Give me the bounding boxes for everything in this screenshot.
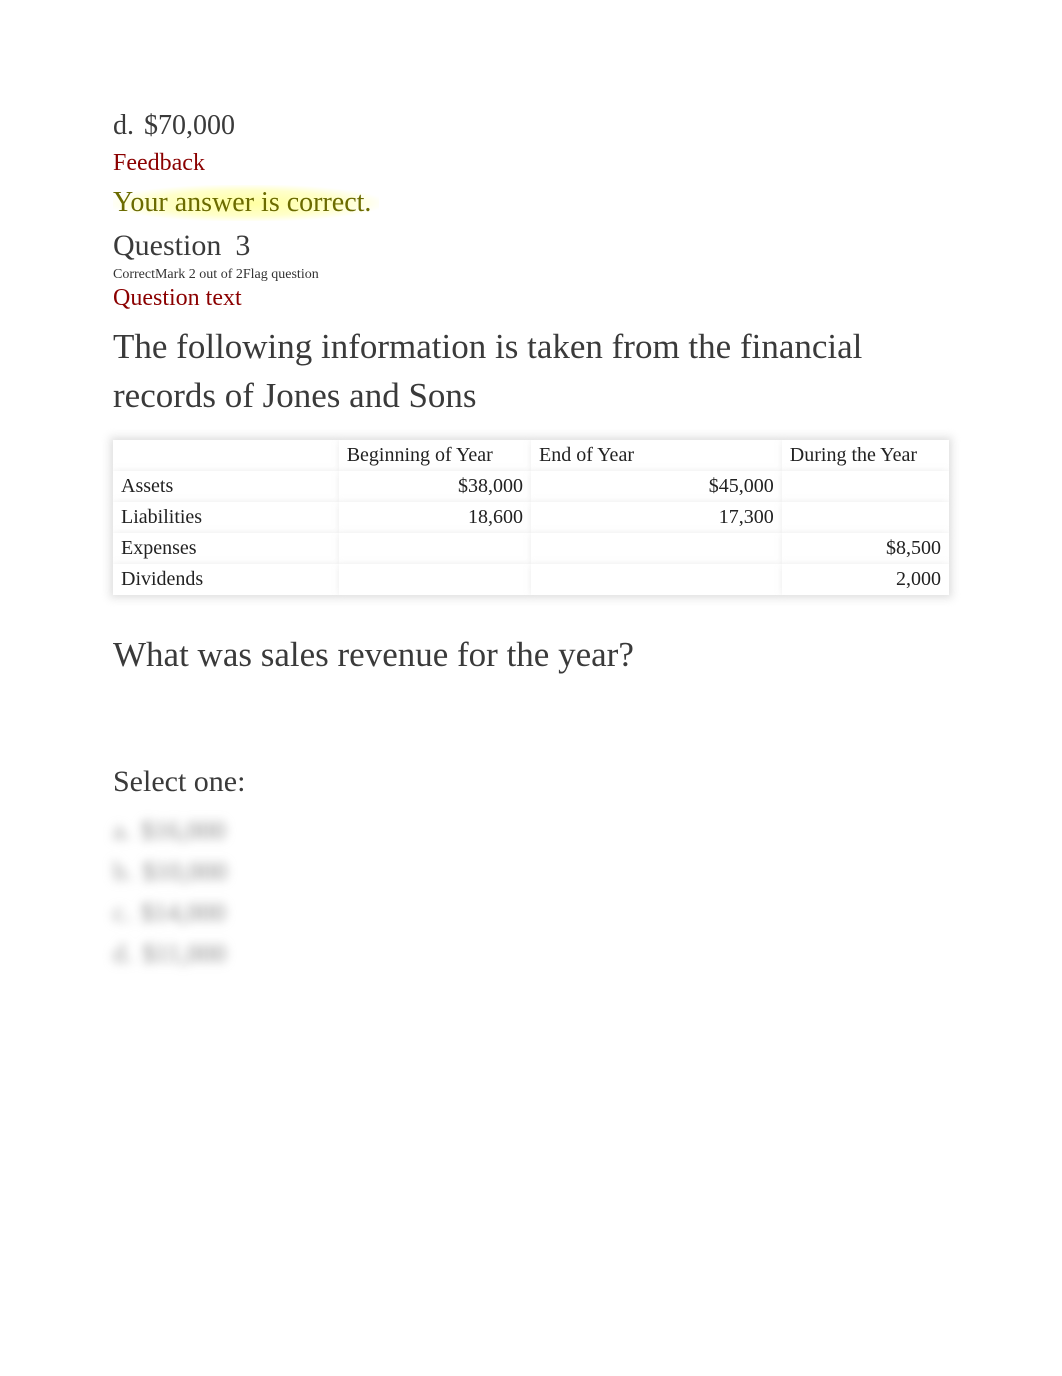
- option-letter: a.: [113, 816, 131, 845]
- question-text-label: Question text: [113, 285, 949, 312]
- option-value: $70,000: [144, 110, 235, 141]
- question-header: Question 3: [113, 229, 949, 263]
- row-label: Assets: [113, 471, 339, 502]
- table-row: Assets $38,000 $45,000: [113, 471, 949, 502]
- previous-option-d: d. $70,000: [113, 110, 949, 142]
- feedback-label: Feedback: [113, 150, 949, 177]
- table-row: Liabilities 18,600 17,300: [113, 502, 949, 533]
- row-label: Liabilities: [113, 502, 339, 533]
- meta-flag-link[interactable]: Flag question: [243, 267, 319, 282]
- option-b[interactable]: b. $10,000: [113, 852, 949, 891]
- option-value: $14,000: [141, 898, 226, 927]
- cell: 2,000: [782, 564, 949, 595]
- row-label: Expenses: [113, 533, 339, 564]
- blurred-answer-options: a. $16,000 b. $10,000 c. $14,000 d. $11,000: [113, 811, 949, 973]
- cell: [782, 471, 949, 502]
- cell: [531, 533, 782, 564]
- col-during: During the Year: [782, 440, 949, 471]
- option-c[interactable]: c. $14,000: [113, 893, 949, 932]
- question-meta: CorrectMark 2 out of 2Flag question: [113, 267, 949, 283]
- sub-question: What was sales revenue for the year?: [113, 635, 949, 675]
- option-a[interactable]: a. $16,000: [113, 811, 949, 850]
- question-body: The following information is taken from …: [113, 322, 949, 420]
- meta-mark: Mark 2 out of 2: [155, 267, 243, 282]
- cell: 17,300: [531, 502, 782, 533]
- cell: [339, 564, 531, 595]
- cell: [782, 502, 949, 533]
- cell: $8,500: [782, 533, 949, 564]
- option-letter: d.: [113, 110, 134, 141]
- cell: [339, 533, 531, 564]
- cell: [531, 564, 782, 595]
- table-header-row: Beginning of Year End of Year During the…: [113, 440, 949, 471]
- option-value: $11,000: [143, 939, 227, 968]
- cell: 18,600: [339, 502, 531, 533]
- question-number: 3: [235, 229, 250, 262]
- option-letter: b.: [113, 857, 133, 886]
- cell: $45,000: [531, 471, 782, 502]
- option-value: $16,000: [141, 816, 226, 845]
- financial-table: Beginning of Year End of Year During the…: [113, 440, 949, 595]
- quiz-page: d. $70,000 Feedback Your answer is correc…: [0, 0, 1062, 1035]
- option-d[interactable]: d. $11,000: [113, 934, 949, 973]
- meta-correct: Correct: [113, 267, 155, 282]
- row-label: Dividends: [113, 564, 339, 595]
- col-beginning: Beginning of Year: [339, 440, 531, 471]
- col-blank: [113, 440, 339, 471]
- table-row: Expenses $8,500: [113, 533, 949, 564]
- table-row: Dividends 2,000: [113, 564, 949, 595]
- col-end: End of Year: [531, 440, 782, 471]
- select-one-label: Select one:: [113, 765, 949, 799]
- cell: $38,000: [339, 471, 531, 502]
- question-word: Question: [113, 229, 221, 262]
- option-letter: d.: [113, 939, 133, 968]
- option-letter: c.: [113, 898, 131, 927]
- option-value: $10,000: [143, 857, 228, 886]
- feedback-message: Your answer is correct.: [113, 185, 379, 221]
